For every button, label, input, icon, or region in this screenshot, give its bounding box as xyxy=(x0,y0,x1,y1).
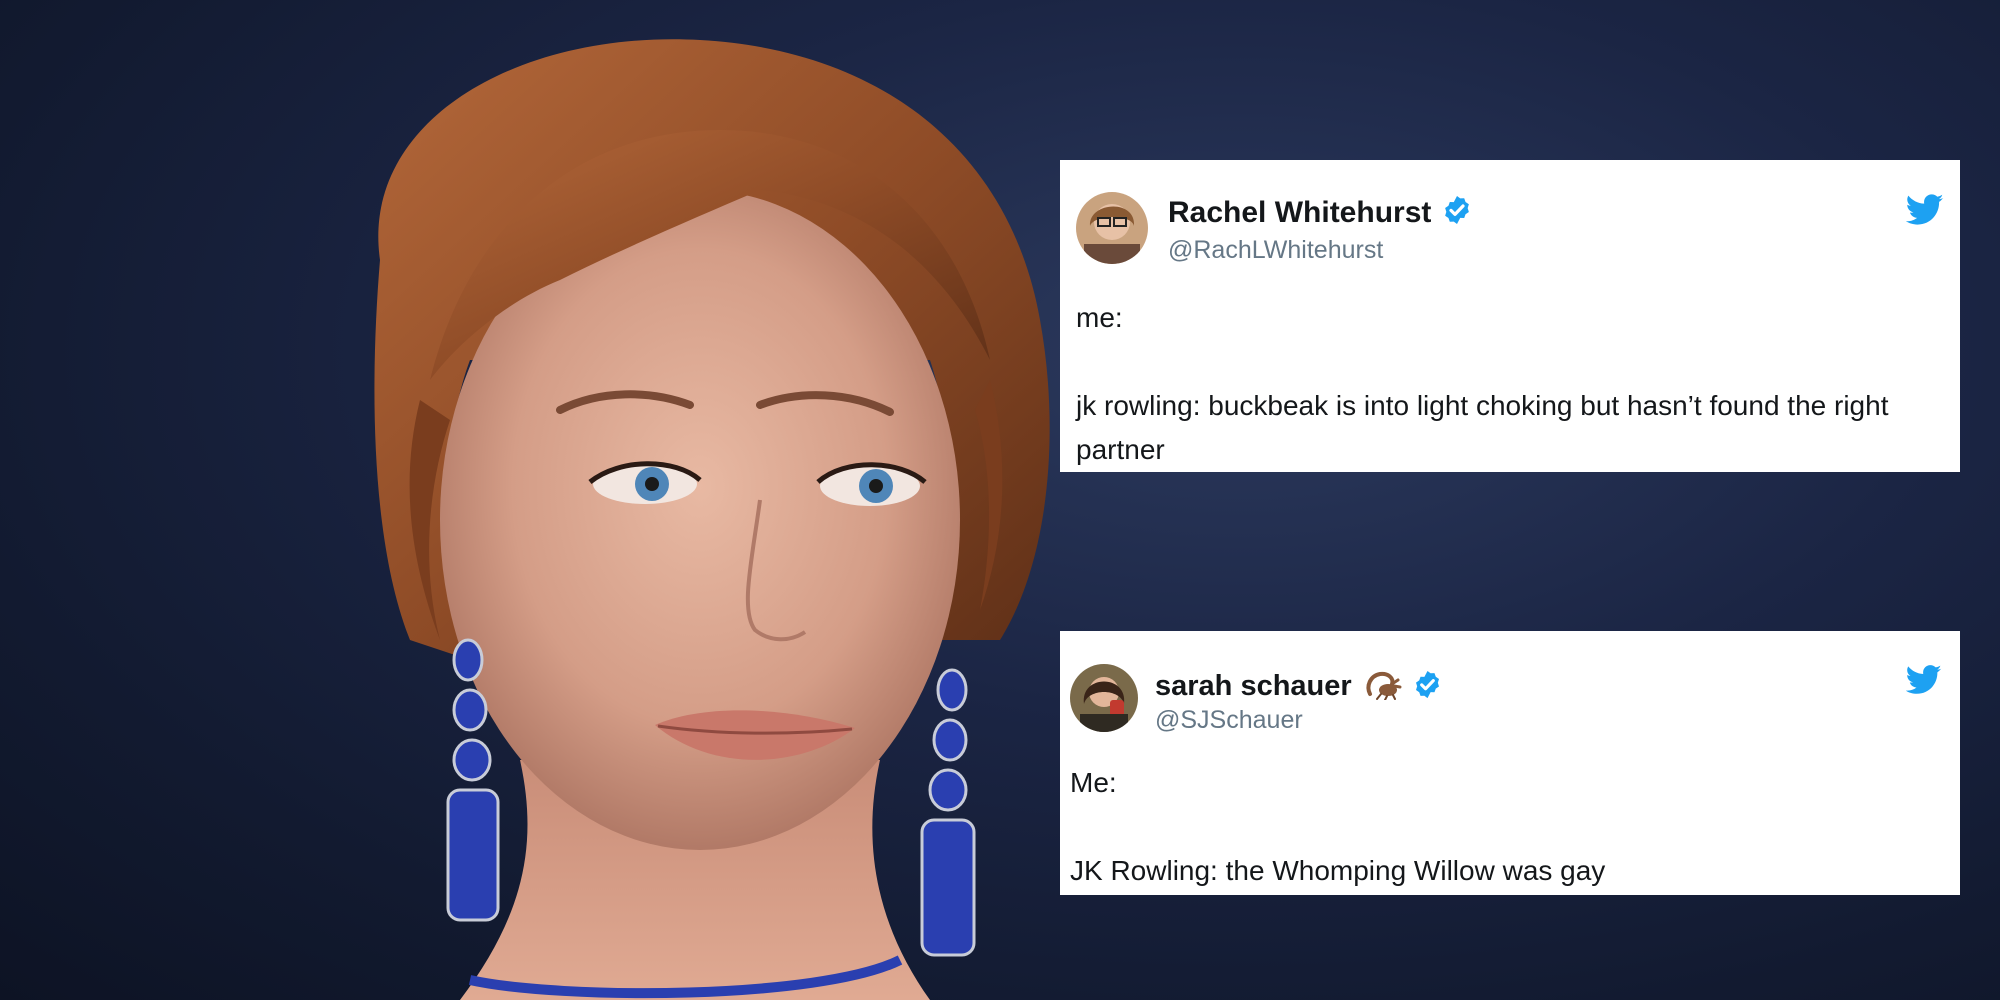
twitter-bird-icon[interactable] xyxy=(1905,665,1942,700)
name-row: sarah schauer xyxy=(1155,668,1443,705)
verified-badge-icon xyxy=(1412,669,1443,705)
avatar-photo-icon xyxy=(1076,192,1148,264)
display-name[interactable]: Rachel Whitehurst xyxy=(1168,196,1431,230)
handle[interactable]: @SJSchauer xyxy=(1155,706,1303,735)
avatar[interactable] xyxy=(1076,192,1148,264)
tweet-card: sarah schauer @SJSchauer Me: JK Rowling:… xyxy=(1060,631,1960,895)
tweet-text: me: jk rowling: buckbeak is into light c… xyxy=(1076,302,1889,465)
scorpion-emoji-icon xyxy=(1364,668,1402,705)
name-row: Rachel Whitehurst xyxy=(1168,194,1473,231)
tweet-card: Rachel Whitehurst @RachLWhitehurst me: j… xyxy=(1060,160,1960,472)
tweet-text: Me: JK Rowling: the Whomping Willow was … xyxy=(1070,767,1606,886)
display-name[interactable]: sarah schauer xyxy=(1155,670,1352,703)
twitter-bird-icon[interactable] xyxy=(1905,194,1944,231)
background-photo xyxy=(374,39,1050,1000)
avatar[interactable] xyxy=(1070,664,1138,732)
verified-badge-icon xyxy=(1441,194,1473,231)
handle[interactable]: @RachLWhitehurst xyxy=(1168,236,1383,265)
avatar-photo-icon xyxy=(1070,664,1138,732)
